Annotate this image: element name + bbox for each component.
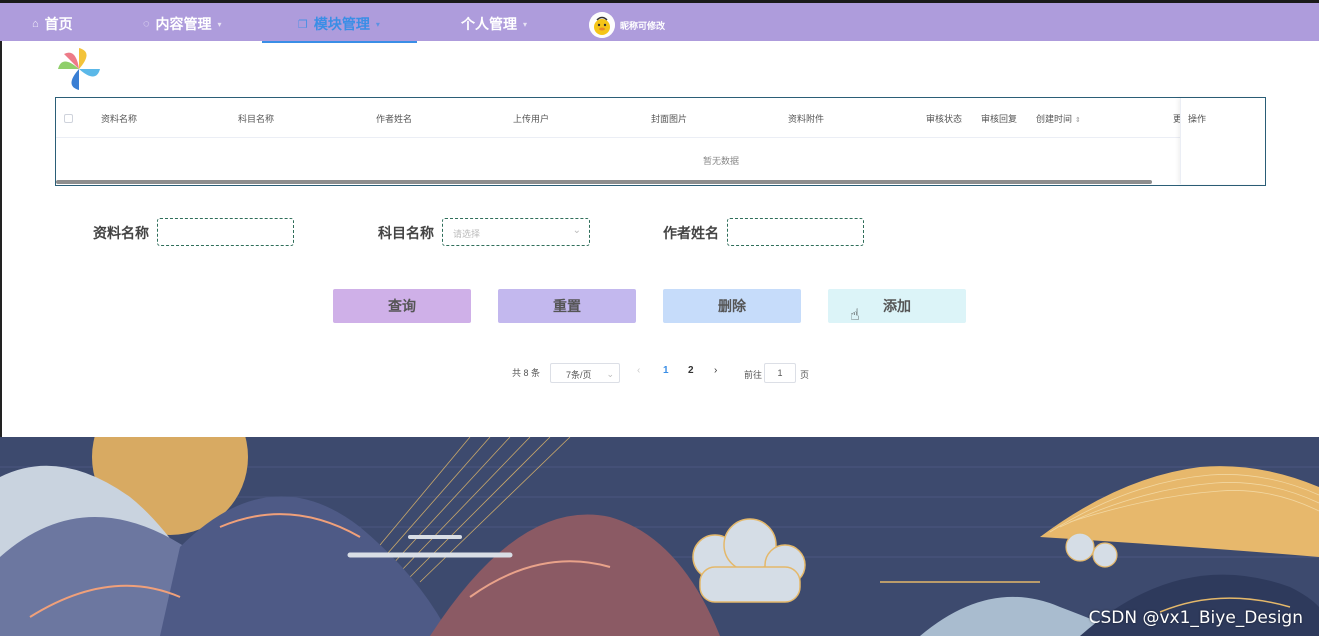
delete-button[interactable]: 删除 — [663, 289, 801, 323]
hand-cursor-icon: ☝ — [850, 307, 860, 324]
chat-icon: ◌ — [143, 18, 150, 30]
user-avatar[interactable] — [589, 12, 615, 38]
add-button[interactable]: 添加 — [828, 289, 966, 323]
column-header: 科目名称 — [238, 114, 275, 124]
decorative-banner: CSDN @vx1_Biye_Design — [0, 379, 1319, 636]
fixed-actions-column: 操作 — [1180, 98, 1265, 184]
copy-icon: ❐ — [298, 18, 308, 31]
nav-module-management[interactable]: ❐ 模块管理 ▾ — [298, 6, 380, 42]
query-button[interactable]: 查询 — [333, 289, 471, 323]
page-size-select[interactable]: 7条/页 ⌄ — [550, 363, 620, 383]
column-header: 审核状态 — [926, 114, 963, 124]
nav-personal-management[interactable]: 个人管理 ▾ — [461, 6, 527, 42]
watermark: CSDN @vx1_Biye_Design — [1088, 608, 1303, 628]
prev-page-icon[interactable]: ‹ — [637, 365, 640, 376]
data-table: 资料名称 科目名称 作者姓名 上传用户 封面图片 资料附件 审核状态 审核回复 … — [55, 97, 1266, 186]
author-input[interactable] — [727, 218, 864, 246]
chevron-down-icon: ▾ — [523, 19, 528, 29]
column-header: 作者姓名 — [376, 114, 413, 124]
column-header: 上传用户 — [513, 114, 550, 124]
nav-content-label: 内容管理 — [155, 16, 212, 32]
column-header: 审核回复 — [981, 114, 1018, 124]
name-input[interactable] — [157, 218, 294, 246]
nav-home[interactable]: ⌂ 首页 — [32, 6, 73, 42]
column-header: 资料名称 — [101, 114, 138, 124]
column-header: 操作 — [1188, 114, 1207, 124]
top-navbar: ⌂ 首页 ◌ 内容管理 ▾ ❐ 模块管理 ▾ 个人管理 ▾ 昵称可修改 — [0, 0, 1319, 43]
horizontal-scrollbar[interactable] — [56, 180, 1152, 184]
goto-page-input[interactable]: 1 — [764, 363, 796, 383]
column-header: 资料附件 — [788, 114, 825, 124]
goto-prefix: 前往 — [744, 370, 763, 380]
active-tab-underline — [262, 41, 417, 43]
subject-select[interactable]: 请选择 ⌄ — [442, 218, 590, 246]
home-icon: ⌂ — [32, 18, 39, 30]
chevron-down-icon: ⌄ — [606, 369, 614, 379]
page-left-border — [0, 41, 2, 437]
sort-icon[interactable]: ⇕ — [1075, 117, 1081, 124]
page-number[interactable]: 2 — [688, 365, 694, 376]
select-all-checkbox[interactable] — [64, 114, 73, 123]
name-label: 资料名称 — [93, 225, 149, 241]
column-header: 封面图片 — [651, 114, 688, 124]
table-header: 资料名称 科目名称 作者姓名 上传用户 封面图片 资料附件 审核状态 审核回复 … — [56, 98, 1265, 138]
nav-module-label: 模块管理 — [313, 16, 370, 32]
subject-label: 科目名称 — [378, 225, 434, 241]
user-nickname[interactable]: 昵称可修改 — [620, 19, 665, 32]
column-header-sortable[interactable]: 创建时间 ⇕ — [1036, 112, 1081, 125]
column-header-label: 创建时间 — [1036, 114, 1073, 124]
reset-button[interactable]: 重置 — [498, 289, 636, 323]
site-logo — [56, 46, 103, 93]
nav-content-management[interactable]: ◌ 内容管理 ▾ — [143, 6, 222, 42]
goto-suffix: 页 — [800, 370, 810, 380]
nav-personal-label: 个人管理 — [461, 16, 517, 32]
author-label: 作者姓名 — [663, 225, 719, 241]
chevron-down-icon: ▾ — [375, 19, 380, 29]
page-number[interactable]: 1 — [663, 365, 669, 376]
page-size-value: 7条/页 — [566, 370, 592, 380]
next-page-icon[interactable]: › — [714, 365, 717, 376]
nav-home-label: 首页 — [44, 16, 73, 32]
empty-text: 暂无数据 — [702, 156, 739, 166]
chevron-down-icon: ⌄ — [572, 225, 581, 236]
chevron-down-icon: ▾ — [217, 19, 222, 29]
pagination-total: 共 8 条 — [512, 368, 541, 378]
subject-placeholder: 请选择 — [453, 229, 481, 239]
